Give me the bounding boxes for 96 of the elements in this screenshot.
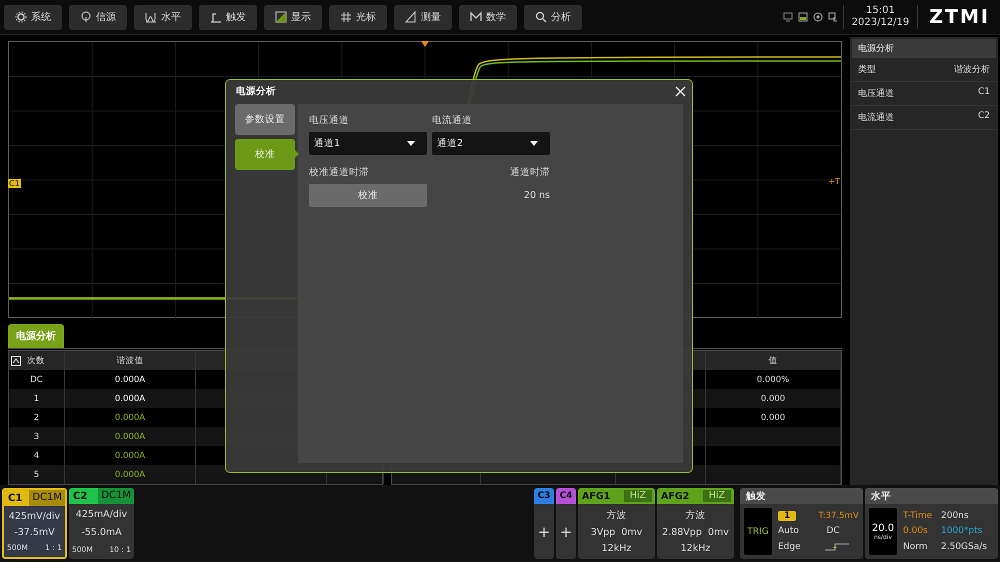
- m-icon: [470, 11, 482, 23]
- offset-text: -55.0mA: [81, 526, 122, 538]
- skew-value: 20 ns: [524, 190, 550, 201]
- settings-icon: [15, 11, 27, 23]
- caret-icon: [407, 141, 415, 146]
- calibrate-button[interactable]: 校准: [309, 184, 427, 207]
- frequency-text: 12kHz: [680, 543, 710, 554]
- setting-value: C2: [978, 111, 990, 123]
- generator-card[interactable]: AFG2 HiZ 方波 2.88Vpp 0mv 12kHz: [657, 488, 734, 559]
- scale-text: 425mA/div: [76, 509, 128, 520]
- triangle-icon: [405, 11, 417, 23]
- edge-icon: [210, 11, 222, 23]
- rising-edge-icon: [824, 543, 848, 552]
- display-icon: [275, 11, 287, 23]
- harmonic-value: 0.000A: [114, 470, 146, 480]
- waveform-type-text: 方波: [686, 508, 706, 522]
- setting-label: 电流通道: [858, 112, 894, 124]
- frequency-text: 12kHz: [602, 543, 632, 554]
- position-value: 0.00s: [903, 526, 929, 536]
- offset-text: -37.5mV: [14, 526, 55, 538]
- harmonic-value: 0.000A: [114, 394, 146, 404]
- toolbar-button[interactable]: 光标: [329, 4, 387, 30]
- toolbar-button[interactable]: 系统: [4, 4, 62, 30]
- scale-text: 425mV/div: [8, 510, 60, 522]
- close-button[interactable]: [675, 86, 686, 96]
- close-icon: [675, 86, 686, 96]
- tree-icon: [80, 11, 92, 23]
- panel-title: 电源分析: [852, 39, 996, 58]
- sample-rate: 2.50GSa/s: [941, 542, 988, 552]
- wave-icon: [145, 11, 157, 23]
- setting-value: C1: [978, 87, 990, 99]
- caret-icon: [530, 141, 538, 146]
- setting-label: 电压通道: [858, 88, 894, 100]
- toolbar-button[interactable]: 水平: [134, 4, 192, 30]
- channel-header: C4: [556, 488, 576, 504]
- date-text: 2023/12/19: [852, 17, 910, 29]
- channel-dropdown[interactable]: 通道1: [309, 132, 427, 155]
- add-channel-button[interactable]: +: [556, 504, 576, 559]
- panel-title: 触发: [740, 488, 863, 504]
- field-label: 校准通道时滞: [309, 166, 370, 179]
- trigger-position-icon[interactable]: [421, 41, 429, 47]
- timebase-value: 20.0: [872, 522, 894, 534]
- generator-header: AFG2 HiZ: [657, 488, 734, 504]
- toolbar-button[interactable]: 信源: [69, 4, 127, 30]
- trigger-coupling: DC: [826, 526, 841, 536]
- toolbar-button[interactable]: 数学: [459, 4, 517, 30]
- time-value: 200ns: [941, 510, 970, 521]
- harmonic-value: 0.000A: [114, 450, 146, 460]
- points-value: 1000*pts: [941, 526, 984, 536]
- grid-icon: [340, 11, 352, 23]
- chart-icon[interactable]: [11, 356, 21, 366]
- waveform-type-text: 方波: [606, 508, 626, 522]
- trigger-type: Edge: [778, 542, 802, 552]
- generator-header: AFG1 HiZ: [578, 488, 655, 504]
- time-label: T-Time: [903, 510, 934, 521]
- search-icon: [535, 11, 547, 23]
- harmonic-value: 0.000A: [114, 432, 146, 442]
- brand-logo: ZTMI: [928, 6, 991, 28]
- generator-card[interactable]: AFG1 HiZ 方波 3Vpp 0mv 12kHz: [578, 488, 655, 559]
- field-label: 通道时滞: [510, 166, 550, 179]
- coupling-tag: DC1M: [98, 488, 134, 504]
- dialog-title: 电源分析: [236, 84, 276, 98]
- channel-marker[interactable]: C1: [8, 179, 21, 188]
- trigger-panel[interactable]: 触发 TRIG 1 T:37.5mV Auto DC Edge: [740, 488, 863, 559]
- acquisition-mode: Norm: [903, 542, 929, 552]
- harmonic-value: 0.000A: [114, 374, 146, 384]
- toolbar-button[interactable]: 显示: [264, 4, 322, 30]
- trigger-mode: Auto: [778, 526, 800, 536]
- amplitude-text: 2.88Vpp 0mv: [662, 526, 729, 538]
- usb-drive-icon[interactable]: [798, 12, 808, 22]
- trigger-status: TRIG: [744, 508, 772, 555]
- toolbar-button[interactable]: 分析: [524, 4, 582, 30]
- network-icon[interactable]: [812, 12, 823, 22]
- time-text: 15:01: [866, 5, 895, 17]
- panel-title: 水平: [865, 488, 998, 504]
- toolbar-button[interactable]: 测量: [394, 4, 452, 30]
- setting-label: 类型: [858, 64, 876, 76]
- channel-dropdown[interactable]: 通道2: [432, 132, 550, 155]
- channel-name: C1: [8, 492, 22, 504]
- table-cell: 5: [9, 465, 65, 484]
- monitor-icon[interactable]: [782, 12, 793, 22]
- dialog-tab[interactable]: 参数设置: [235, 104, 295, 135]
- harmonic-value: 0.000A: [114, 412, 146, 422]
- toolbar-button[interactable]: 触发: [199, 4, 257, 30]
- add-channel-button[interactable]: +: [534, 504, 554, 559]
- trigger-marker[interactable]: +T: [828, 177, 840, 186]
- trigger-level: T:37.5mV: [818, 510, 859, 521]
- coupling-tag: DC1M: [29, 490, 65, 506]
- field-label: 电流通道: [432, 114, 473, 127]
- trigger-source: 1: [778, 510, 796, 521]
- amplitude-text: 3Vpp 0mv: [590, 526, 642, 538]
- setting-value: 谐波分析: [954, 64, 990, 76]
- channel-name: C2: [73, 490, 88, 502]
- channel-header: C3: [534, 488, 554, 504]
- field-label: 电压通道: [309, 114, 350, 127]
- touch-icon[interactable]: [828, 12, 838, 22]
